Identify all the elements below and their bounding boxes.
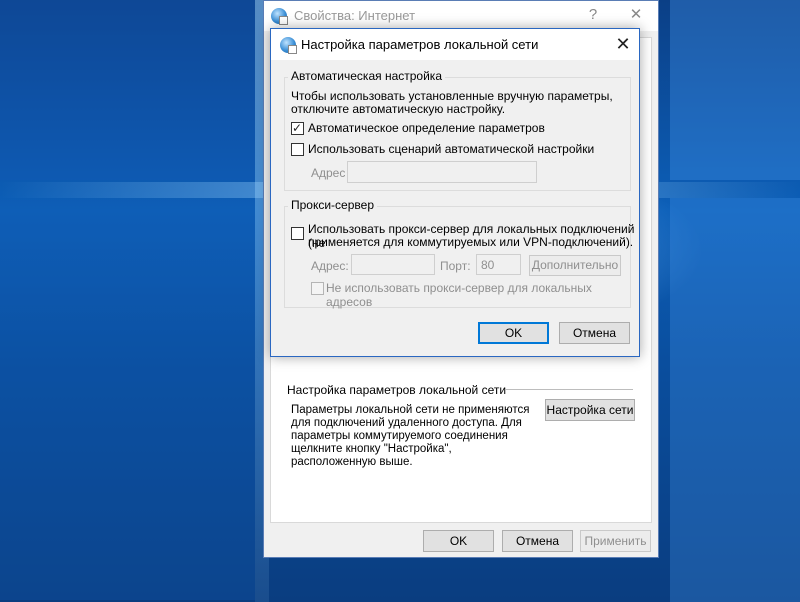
main-titlebar: Свойства: Интернет ? ✕: [264, 1, 658, 31]
wallpaper-pane: [0, 0, 255, 180]
lan-settings-dialog: Настройка параметров локальной сети ✕ Ав…: [270, 28, 640, 357]
dialog-title: Настройка параметров локальной сети: [301, 37, 539, 52]
script-address-label: Адрес: [311, 166, 346, 180]
dialog-cancel-button[interactable]: Отмена: [559, 322, 630, 344]
use-proxy-checkbox[interactable]: [291, 227, 304, 240]
close-icon[interactable]: ✕: [625, 5, 647, 25]
proxy-port-label: Порт:: [440, 259, 471, 273]
lan-description: Параметры локальной сети не применяются …: [291, 404, 530, 468]
auto-script-checkbox[interactable]: [291, 143, 304, 156]
use-proxy-label-2[interactable]: применяется для коммутируемых или VPN-по…: [308, 235, 633, 249]
auto-config-description: Чтобы использовать установленные вручную…: [291, 89, 613, 103]
proxy-address-label: Адрес:: [311, 259, 349, 273]
help-button[interactable]: ?: [582, 5, 604, 25]
wallpaper-pane: [670, 198, 800, 602]
apply-button[interactable]: Применить: [580, 530, 651, 552]
lan-group-title: Настройка параметров локальной сети: [287, 383, 507, 397]
close-icon[interactable]: ✕: [611, 32, 635, 56]
wallpaper-pane: [670, 0, 800, 180]
dialog-ok-button[interactable]: OK: [478, 322, 549, 344]
bypass-local-label[interactable]: Не использовать прокси-сервер для локаль…: [326, 281, 639, 309]
auto-detect-label[interactable]: Автоматическое определение параметров: [308, 121, 545, 135]
auto-config-title: Автоматическая настройка: [288, 69, 445, 83]
proxy-address-input[interactable]: [351, 254, 435, 275]
lan-group-divider: [505, 389, 633, 390]
auto-detect-checkbox[interactable]: [291, 120, 304, 136]
auto-script-label[interactable]: Использовать сценарий автоматической нас…: [308, 142, 594, 156]
main-cancel-button[interactable]: Отмена: [502, 530, 573, 552]
dialog-titlebar: Настройка параметров локальной сети ✕: [271, 29, 639, 60]
internet-options-icon: [271, 8, 288, 25]
bypass-local-checkbox[interactable]: [311, 282, 324, 295]
main-window-title: Свойства: Интернет: [294, 8, 416, 23]
proxy-advanced-button[interactable]: Дополнительно: [529, 255, 621, 276]
auto-config-description-2: отключите автоматическую настройку.: [291, 102, 506, 116]
main-ok-button[interactable]: OK: [423, 530, 494, 552]
script-address-input[interactable]: [347, 161, 537, 183]
internet-options-icon: [280, 37, 297, 54]
proxy-title: Прокси-сервер: [288, 198, 377, 212]
wallpaper-pane: [0, 200, 255, 600]
proxy-port-input[interactable]: 80: [476, 254, 521, 275]
lan-settings-button[interactable]: Настройка сети: [545, 399, 635, 421]
